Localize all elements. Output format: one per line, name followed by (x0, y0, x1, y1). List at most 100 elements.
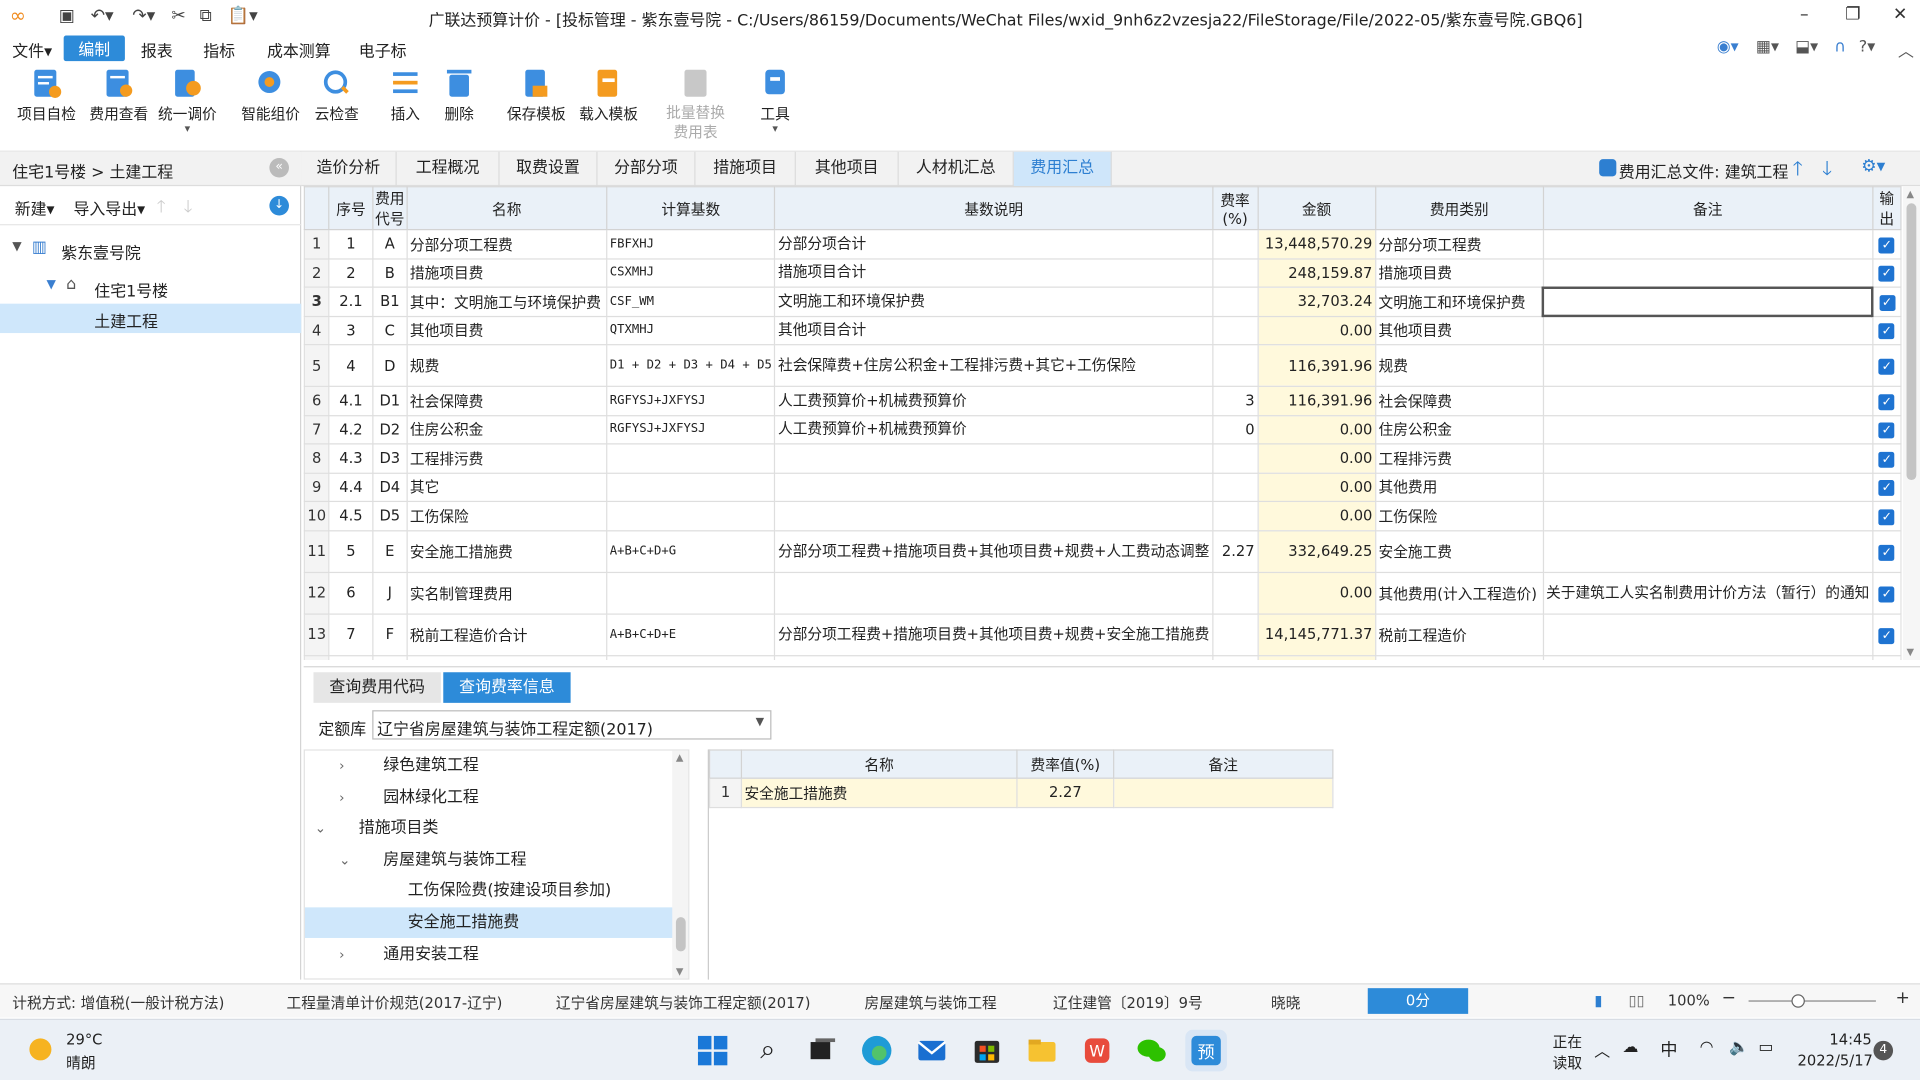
ime-lang[interactable]: 中 (1660, 1037, 1677, 1061)
tree-node-building[interactable]: ▼ ⌂ 住宅1号楼 (0, 273, 301, 302)
cell-category[interactable]: 税前工程造价 (1374, 612, 1544, 656)
cell-code[interactable]: B1 (372, 286, 408, 317)
cell-rate[interactable] (1211, 571, 1259, 615)
menu-cost-calc[interactable]: 成本测算 (267, 38, 331, 61)
cell-seq[interactable]: 7 (328, 612, 374, 656)
undo-icon[interactable]: ↶▾ (91, 6, 114, 26)
rate-header-value[interactable]: 费率值(%) (1016, 749, 1115, 779)
arrow-up-icon[interactable]: 🡑 (1793, 156, 1803, 189)
menu-edit[interactable]: 编制 (63, 35, 125, 62)
cell-category[interactable]: 文明施工和环境保护费 (1374, 286, 1544, 317)
cell-name[interactable]: 社会保障费 (406, 385, 608, 416)
cell-output[interactable]: ✓ (1871, 443, 1902, 474)
tree-node[interactable]: › 绿色建筑工程 (305, 751, 688, 782)
scroll-down-icon[interactable]: ▼ (676, 966, 684, 977)
cell-amount[interactable]: 0.00 (1257, 315, 1377, 346)
cell-output[interactable]: ✓ (1871, 612, 1902, 656)
mail-icon[interactable] (911, 1030, 953, 1072)
cell-name[interactable]: 安全施工措施费 (406, 529, 608, 573)
move-up-icon[interactable]: 🡑 (157, 193, 166, 222)
cell-base[interactable]: RGFYSJ+JXFYSJ (606, 414, 776, 445)
output-checkbox[interactable]: ✓ (1878, 358, 1895, 375)
header-code[interactable]: 费用代号 (372, 186, 408, 231)
cell-base[interactable]: A+B+C+D+G (606, 529, 776, 573)
tab-fee-settings[interactable]: 取费设置 (500, 151, 598, 187)
cell-output[interactable]: ✓ (1871, 472, 1902, 503)
cell-base[interactable]: FBFXHJ (606, 228, 776, 259)
cell-category[interactable]: 其他费用 (1374, 472, 1544, 503)
user-icon[interactable]: ◉▾ (1717, 38, 1739, 56)
tree-node[interactable]: › 通用安装工程 (305, 939, 688, 970)
cell-code[interactable]: D2 (372, 414, 408, 445)
tab-other-items[interactable]: 其他项目 (796, 151, 899, 187)
cell-name[interactable]: 措施项目费 (406, 257, 608, 288)
cell-note[interactable] (1542, 500, 1874, 531)
expand-arrow-icon[interactable]: ▼ (47, 278, 56, 291)
scroll-up-icon[interactable]: ▲ (1907, 189, 1915, 200)
output-checkbox[interactable]: ✓ (1878, 422, 1895, 439)
menu-etender[interactable]: 电子标 (359, 38, 407, 61)
cell-amount[interactable]: 13,448,570.29 (1257, 228, 1377, 259)
close-icon[interactable]: ✕ (1893, 5, 1907, 25)
table-row[interactable]: 2 2 B 措施项目费 CSXMHJ 措施项目合计 248,159.87 措施项目费 ✓ (303, 257, 1902, 288)
cell-name[interactable]: 住房公积金 (406, 414, 608, 445)
cell-name[interactable]: 其中：文明施工与环境保护费 (406, 286, 608, 317)
table-row[interactable]: 12 6 J 实名制管理费用 0.00 其他费用(计入工程造价) 关于建筑工人实名制费用计价… (303, 571, 1902, 615)
cell-output[interactable]: ✓ (1871, 529, 1902, 573)
load-template-button[interactable]: 载入模板 (572, 66, 645, 124)
tree-scrollbar[interactable]: ▲ ▼ (672, 750, 689, 979)
cell-amount[interactable]: 0.00 (1257, 571, 1377, 615)
cell-seq[interactable]: 4.5 (328, 500, 374, 531)
cell-seq[interactable] (328, 654, 374, 661)
cell-code[interactable] (372, 654, 408, 661)
chevron-right-icon[interactable]: › (339, 782, 344, 813)
wechat-icon[interactable] (1131, 1030, 1173, 1072)
rate-row[interactable]: 1 安全施工措施费 2.27 (708, 777, 1334, 808)
fee-view-button[interactable]: 费用查看 (82, 66, 155, 124)
cloud-icon[interactable]: ☁ (1622, 1038, 1638, 1056)
cell-rate[interactable] (1211, 654, 1259, 661)
output-checkbox[interactable]: ✓ (1878, 544, 1895, 561)
locate-icon[interactable]: ↓ (269, 195, 289, 216)
cell-note[interactable] (1542, 414, 1874, 445)
table-row[interactable]: 3 2.1 B1 其中：文明施工与环境保护费 CSF_WM 文明施工和环境保护费 32,70… (303, 285, 1902, 318)
tab-cost-analysis[interactable]: 造价分析 (301, 151, 397, 187)
clock-date[interactable]: 2022/5/17 (1798, 1052, 1873, 1069)
cell-base[interactable]: RGFYSJ+JXFYSJ (606, 385, 776, 416)
tree-node-project[interactable]: ▼ ▥ 紫东壹号院 (0, 235, 301, 264)
cell-rate[interactable]: 0 (1211, 414, 1259, 445)
cell-base[interactable] (606, 443, 776, 474)
cell-amount[interactable]: 116,391.96 (1257, 385, 1377, 416)
tab-measures[interactable]: 措施项目 (696, 151, 796, 187)
layout-split-icon[interactable]: ▯▯ (1629, 992, 1645, 1009)
cell-seq[interactable]: 2 (328, 257, 374, 288)
glodon-app-icon[interactable]: 预 (1185, 1029, 1227, 1072)
header-category[interactable]: 费用类别 (1374, 186, 1544, 231)
table-row[interactable]: 11 5 E 安全施工措施费 A+B+C+D+G 分部分项工程费+措施项目费+其他项目费+… (303, 529, 1902, 573)
cell-rate[interactable] (1211, 612, 1259, 656)
notification-badge[interactable]: 4 (1873, 1040, 1894, 1061)
chevron-right-icon[interactable]: › (339, 939, 344, 970)
rate-row-note[interactable] (1113, 777, 1334, 808)
header-rate[interactable]: 费率(%) (1211, 186, 1259, 231)
delete-button[interactable]: 删除 (422, 66, 495, 124)
tab-overview[interactable]: 工程概况 (397, 151, 500, 187)
cell-base[interactable] (606, 472, 776, 503)
scroll-thumb[interactable] (675, 917, 686, 952)
tray-up-icon[interactable]: ︿ (1594, 1038, 1610, 1061)
cell-category[interactable]: 分部分项工程费 (1374, 228, 1544, 259)
quota-library-select[interactable]: 辽宁省房屋建筑与装饰工程定额(2017) ▼ (372, 710, 772, 740)
cell-output[interactable] (1871, 654, 1902, 661)
cell-category[interactable]: 工伤保险 (1374, 500, 1544, 531)
save-icon[interactable]: ▣ (59, 6, 75, 26)
cell-name[interactable]: 其他项目费 (406, 315, 608, 346)
cell-desc[interactable] (774, 500, 1214, 531)
cell-category[interactable]: 措施项目费 (1374, 257, 1544, 288)
rate-row-value[interactable]: 2.27 (1016, 777, 1115, 808)
output-checkbox[interactable]: ✓ (1879, 294, 1895, 311)
header-amount[interactable]: 金额 (1257, 186, 1377, 231)
cut-icon[interactable]: ✂ (171, 6, 185, 26)
cell-amount[interactable]: 0.00 (1257, 414, 1377, 445)
search-icon[interactable]: ⌕ (747, 1030, 789, 1072)
cell-note[interactable] (1542, 315, 1874, 346)
